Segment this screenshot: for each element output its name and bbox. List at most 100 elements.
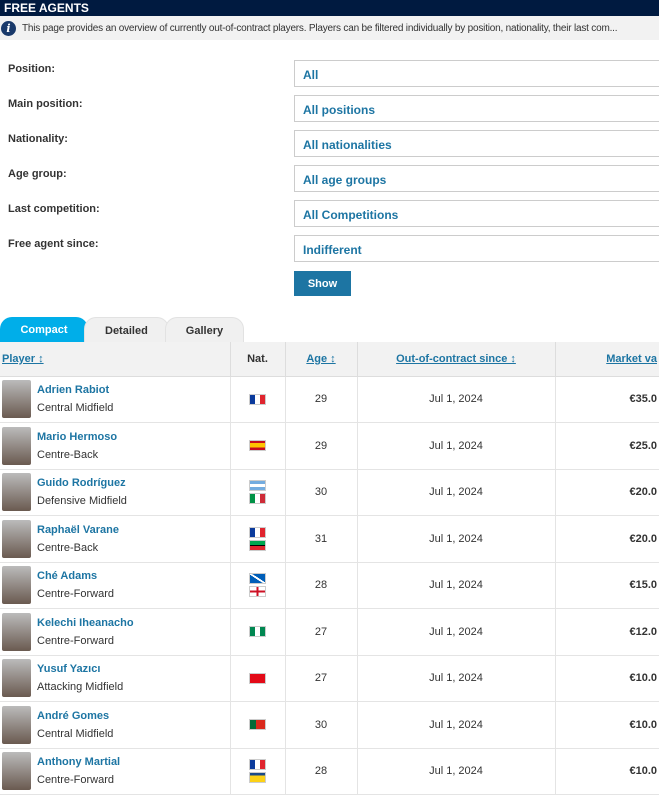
flag-portugal-icon [249,719,266,731]
flag-france-icon [249,759,266,771]
filter-label: Position: [8,63,56,75]
table-row: Yusuf Yazıcı Attacking Midfield 27 Jul 1,… [0,655,659,702]
market-value-cell: €10.0 [554,655,659,702]
player-name-link[interactable]: Mario Hermoso [37,431,117,443]
player-avatar[interactable] [2,426,31,465]
tab-gallery[interactable]: Gallery [164,317,245,343]
players-table: Player ↕ Nat. Age ↕ Out-of-contract sinc… [0,342,659,795]
page-title: FREE AGENTS [4,1,89,15]
since-cell: Jul 1, 2024 [356,469,555,516]
sort-since[interactable]: Out-of-contract since ↕ [396,353,516,365]
filter-label: Age group: [8,168,67,180]
filter-row: Last competition: All Competitions [0,200,659,228]
player-name-link[interactable]: Raphaël Varane [37,524,119,536]
flag-argentina-icon [249,480,266,492]
table-row: Kelechi Iheanacho Centre-Forward 27 Jul 1… [0,608,659,656]
player-avatar[interactable] [2,473,31,512]
player-avatar[interactable] [2,566,31,605]
nationality-cell [229,562,285,609]
market-value-cell: €10.0 [554,701,659,749]
filter-select[interactable]: All Competitions [294,200,659,227]
player-position: Attacking Midfield [37,681,124,694]
filter-select[interactable]: Indifferent [294,235,659,262]
table-row: André Gomes Central Midfield 30 Jul 1, 20… [0,701,659,749]
market-value: €20.0 [629,532,657,545]
player-name-link[interactable]: Guido Rodríguez [37,477,127,489]
age-cell: 29 [284,376,357,423]
info-bar: i This page provides an overview of curr… [0,16,659,40]
filter-select[interactable]: All [294,60,659,87]
player-avatar[interactable] [2,752,31,791]
player-name-link[interactable]: André Gomes [37,710,113,722]
table-row: Anthony Martial Centre-Forward 28 Jul 1, … [0,748,659,795]
age-cell: 31 [284,515,357,563]
player-avatar[interactable] [2,612,31,651]
market-value: €15.0 [629,579,657,592]
table-row: Ché Adams Centre-Forward 28 Jul 1, 2024 €… [0,562,659,609]
age-cell: 28 [284,748,357,795]
filter-label: Free agent since: [8,238,99,250]
filter-select[interactable]: All age groups [294,165,659,192]
age-cell: 30 [284,701,357,749]
player-name-link[interactable]: Yusuf Yazıcı [37,663,123,675]
flag-guadeloupe-icon [249,772,266,784]
nationality-cell [229,608,285,656]
nationality-cell [229,655,285,702]
since-cell: Jul 1, 2024 [356,376,555,423]
info-text: This page provides an overview of curren… [22,22,618,34]
player-avatar[interactable] [2,705,31,744]
player-position: Centre-Forward [37,588,115,601]
market-value-cell: €20.0 [554,469,659,516]
age-cell: 27 [284,655,357,702]
market-value: €25.0 [629,439,657,452]
since-cell: Jul 1, 2024 [356,422,555,470]
player-avatar[interactable] [2,519,31,558]
player-name-link[interactable]: Anthony Martial [37,756,120,768]
sort-market-value[interactable]: Market va [606,353,657,365]
player-name-link[interactable]: Adrien Rabiot [37,384,113,396]
filter-row: Free agent since: Indifferent [0,235,659,263]
show-button[interactable]: Show [294,271,351,296]
player-name-link[interactable]: Ché Adams [37,570,114,582]
market-value-cell: €25.0 [554,422,659,470]
nationality-cell [229,469,285,516]
since-cell: Jul 1, 2024 [356,748,555,795]
nationality-cell [229,701,285,749]
since-cell: Jul 1, 2024 [356,701,555,749]
tab-compact[interactable]: Compact [0,317,88,343]
market-value-cell: €15.0 [554,562,659,609]
player-position: Centre-Forward [37,634,115,647]
market-value-cell: €10.0 [554,748,659,795]
nationality-cell [229,422,285,470]
player-avatar[interactable] [2,380,31,419]
filter-label: Main position: [8,98,83,110]
filter-row: Main position: All positions [0,95,659,123]
age-cell: 28 [284,562,357,609]
player-position: Central Midfield [37,727,114,740]
flag-france-icon [249,393,266,405]
table-row: Raphaël Varane Centre-Back 31 Jul 1, 2024… [0,515,659,563]
player-avatar[interactable] [2,659,31,698]
tab-detailed[interactable]: Detailed [84,317,169,343]
table-row: Adrien Rabiot Central Midfield 29 Jul 1, … [0,376,659,423]
player-name-link[interactable]: Kelechi Iheanacho [37,617,134,629]
market-value: €20.0 [629,486,657,499]
flag-italy-icon [249,493,266,505]
table-row: Mario Hermoso Centre-Back 29 Jul 1, 2024 … [0,422,659,470]
sort-player[interactable]: Player ↕ [2,353,44,365]
market-value: €35.0 [629,393,657,406]
market-value-cell: €35.0 [554,376,659,423]
flag-scotland-icon [249,573,266,585]
table-row: Guido Rodríguez Defensive Midfield 30 Jul… [0,469,659,516]
filter-select[interactable]: All positions [294,95,659,122]
nationality-cell [229,748,285,795]
sort-age[interactable]: Age ↕ [306,353,335,365]
nationality-cell [229,376,285,423]
market-value: €10.0 [629,765,657,778]
market-value-cell: €20.0 [554,515,659,563]
since-cell: Jul 1, 2024 [356,515,555,563]
filter-label: Last competition: [8,203,100,215]
filter-select[interactable]: All nationalities [294,130,659,157]
flag-france-icon [249,526,266,538]
player-position: Centre-Forward [37,774,115,787]
